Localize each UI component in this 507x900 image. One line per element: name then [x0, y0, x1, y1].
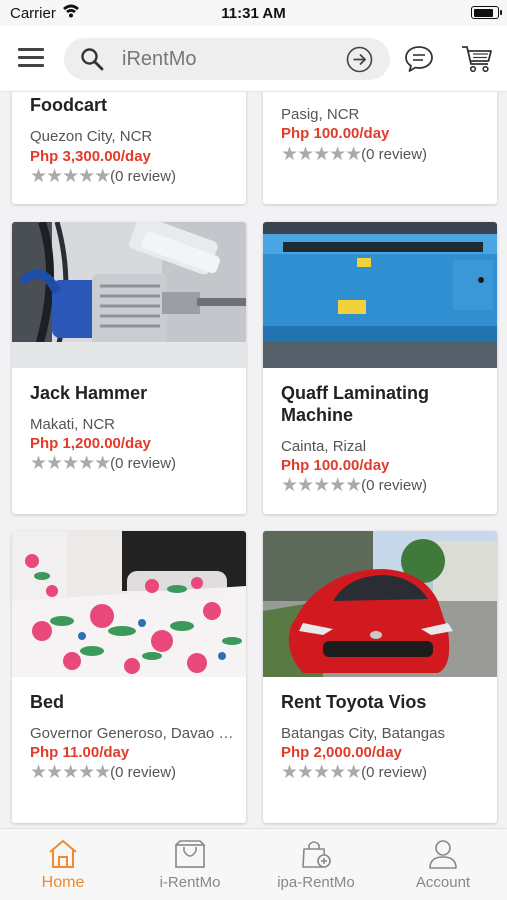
product-title: Jack Hammer — [30, 383, 148, 403]
product-card[interactable]: Foodcart Quezon City, NCR Php 3,300.00/d… — [12, 92, 246, 204]
star-rating-icon: ★★★★★ — [281, 762, 362, 783]
product-price: Php 1,200.00/day — [30, 435, 151, 452]
search-bar[interactable] — [64, 38, 390, 80]
tab-i-rentmo-label: i-RentMo — [159, 874, 221, 891]
tab-ipa-rentmo[interactable]: ipa-RentMo — [253, 829, 379, 900]
user-icon — [427, 839, 459, 874]
star-rating-icon: ★★★★★ — [281, 144, 362, 165]
product-location: Cainta, Rizal — [281, 438, 367, 455]
product-card[interactable]: Jack Hammer Makati, NCR Php 1,200.00/day… — [12, 222, 246, 514]
product-price: Php 11.00/day — [30, 744, 130, 761]
product-card[interactable]: Rent Toyota Vios Batangas City, Batangas… — [263, 531, 497, 823]
hamburger-menu-icon[interactable] — [18, 48, 44, 68]
product-card[interactable]: Bed Governor Generoso, Davao Oriental Ph… — [12, 531, 246, 823]
product-location: Pasig, NCR — [281, 106, 360, 123]
product-image — [12, 222, 246, 368]
product-price: Php 100.00/day — [281, 457, 390, 474]
product-title: Foodcart — [30, 95, 108, 115]
product-location: Governor Generoso, Davao Oriental — [30, 725, 244, 742]
review-count: (0 review) — [361, 477, 428, 494]
status-bar: Carrier 11:31 AM — [0, 0, 507, 26]
battery-icon — [471, 6, 502, 19]
tab-i-rentmo[interactable]: i-RentMo — [127, 829, 253, 900]
product-title: Bed — [30, 692, 65, 712]
home-icon — [47, 839, 79, 874]
product-location: Makati, NCR — [30, 416, 116, 433]
product-rating: ★★★★★(0 review) — [281, 143, 427, 166]
product-rating: ★★★★★(0 review) — [281, 474, 427, 497]
search-input[interactable] — [122, 46, 332, 72]
star-rating-icon: ★★★★★ — [30, 762, 111, 783]
review-count: (0 review) — [110, 168, 177, 185]
product-title: Quaff Laminating Machine — [281, 383, 429, 425]
search-icon — [80, 47, 104, 76]
arrow-right-circle-icon[interactable] — [346, 46, 373, 73]
product-price: Php 3,300.00/day — [30, 148, 151, 165]
product-card[interactable]: Quaff Laminating Machine Cainta, Rizal P… — [263, 222, 497, 514]
review-count: (0 review) — [361, 764, 428, 781]
tab-home[interactable]: Home — [0, 829, 126, 900]
product-grid: Foodcart Quezon City, NCR Php 3,300.00/d… — [0, 92, 507, 828]
tab-ipa-rentmo-label: ipa-RentMo — [277, 874, 355, 891]
top-bar — [0, 26, 507, 92]
bag-icon — [174, 839, 206, 874]
lock-bag-icon — [300, 839, 332, 874]
product-price: Php 100.00/day — [281, 125, 390, 142]
product-location: Quezon City, NCR — [30, 128, 153, 145]
product-rating: ★★★★★(0 review) — [281, 761, 427, 784]
star-rating-icon: ★★★★★ — [281, 475, 362, 496]
product-rating: ★★★★★(0 review) — [30, 761, 176, 784]
tab-account-label: Account — [415, 874, 471, 891]
product-rating: ★★★★★(0 review) — [30, 165, 176, 188]
product-image — [12, 531, 246, 677]
star-rating-icon: ★★★★★ — [30, 453, 111, 474]
product-card[interactable]: Pasig, NCR Php 100.00/day ★★★★★(0 review… — [263, 92, 497, 204]
cart-icon[interactable] — [461, 44, 493, 79]
star-rating-icon: ★★★★★ — [30, 166, 111, 187]
tab-home-label: Home — [41, 874, 85, 891]
product-location: Batangas City, Batangas — [281, 725, 445, 742]
review-count: (0 review) — [110, 764, 177, 781]
clock: 11:31 AM — [221, 5, 286, 22]
bottom-tab-bar: Home i-RentMo ipa-RentMo Account — [0, 828, 507, 900]
chat-icon[interactable] — [404, 45, 434, 78]
review-count: (0 review) — [110, 455, 177, 472]
product-title: Rent Toyota Vios — [281, 692, 427, 712]
product-price: Php 2,000.00/day — [281, 744, 402, 761]
tab-account[interactable]: Account — [380, 829, 506, 900]
product-image — [263, 222, 497, 368]
review-count: (0 review) — [361, 146, 428, 163]
product-rating: ★★★★★(0 review) — [30, 452, 176, 475]
product-image — [263, 531, 497, 677]
